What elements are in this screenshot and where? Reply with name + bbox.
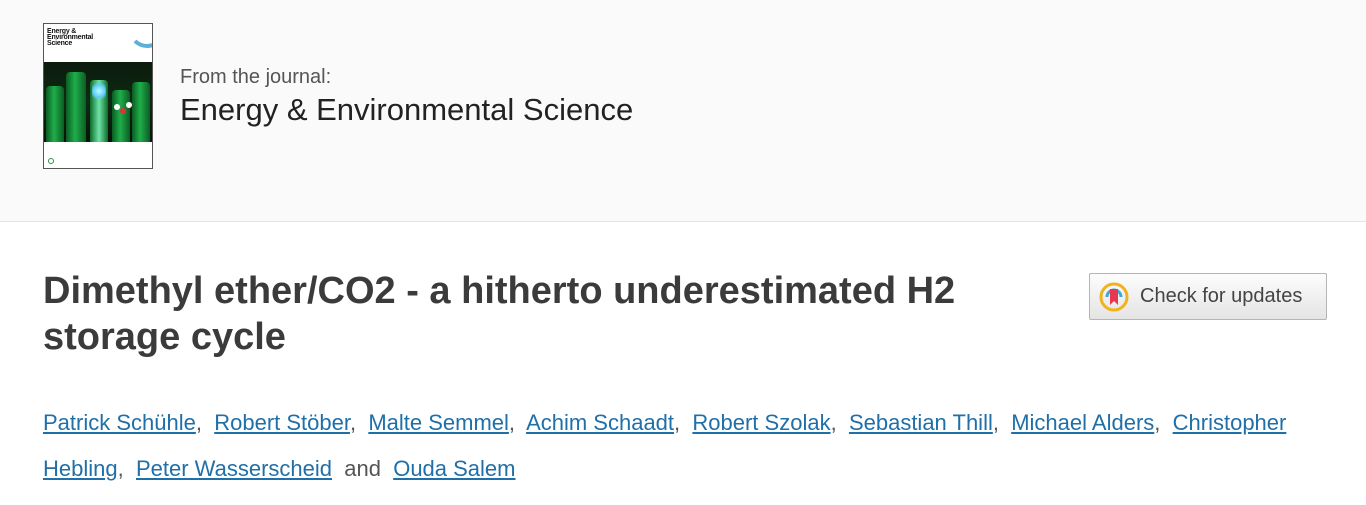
journal-header: Energy & Environmental Science From the … — [0, 0, 1366, 222]
author-link[interactable]: Robert Stöber — [214, 410, 350, 435]
cover-tank — [66, 72, 86, 142]
check-for-updates-label: Check for updates — [1140, 285, 1303, 307]
author-link[interactable]: Robert Szolak — [692, 410, 830, 435]
author-link[interactable]: Ouda Salem — [393, 456, 515, 481]
article-title-line: storage cycle — [43, 316, 286, 358]
cover-artwork — [44, 62, 152, 142]
author-link[interactable]: Malte Semmel — [368, 410, 509, 435]
author-separator: , — [1154, 410, 1161, 435]
author-separator: , — [508, 410, 516, 435]
author-link[interactable]: Michael Alders — [1011, 410, 1154, 435]
author-separator: , — [349, 410, 357, 435]
author-conjunction: and — [344, 456, 381, 481]
author-separator: , — [830, 410, 837, 435]
cover-molecule — [114, 104, 120, 110]
author-separator: , — [992, 410, 999, 435]
cover-arc-decoration — [128, 24, 152, 48]
cover-tank — [132, 82, 150, 142]
author-separator: , — [674, 410, 681, 435]
cover-tank — [112, 90, 130, 142]
author-separator: , — [195, 410, 202, 435]
from-journal-label: From the journal: — [180, 66, 332, 88]
cover-title-line: Science — [47, 40, 73, 47]
article-title: Dimethyl ether/CO2 - a hitherto underest… — [43, 268, 1053, 360]
cover-title: Energy & Environmental Science — [47, 28, 93, 47]
check-for-updates-button[interactable]: Check for updates — [1089, 273, 1327, 320]
author-link[interactable]: Patrick Schühle — [43, 410, 196, 435]
rsc-logo-icon — [48, 158, 54, 164]
author-link[interactable]: Peter Wasserscheid — [136, 456, 332, 481]
crossmark-icon — [1099, 282, 1129, 311]
cover-publisher-logo — [48, 158, 54, 164]
author-list: Patrick Schühle, Robert Stöber, Malte Se… — [43, 400, 1333, 492]
journal-name[interactable]: Energy & Environmental Science — [180, 90, 633, 130]
cover-tank — [46, 86, 64, 142]
journal-info: From the journal: Energy & Environmental… — [180, 64, 633, 130]
cover-glow — [92, 82, 106, 100]
cover-molecule — [126, 102, 132, 108]
author-link[interactable]: Sebastian Thill — [849, 410, 993, 435]
cover-molecule — [120, 108, 126, 114]
author-link[interactable]: Achim Schaadt — [526, 410, 674, 435]
author-separator: , — [117, 456, 124, 481]
journal-cover-image[interactable]: Energy & Environmental Science — [43, 23, 153, 169]
article-title-line: Dimethyl ether/CO2 - a hitherto underest… — [43, 270, 956, 312]
article-page: Energy & Environmental Science From the … — [0, 0, 1366, 505]
